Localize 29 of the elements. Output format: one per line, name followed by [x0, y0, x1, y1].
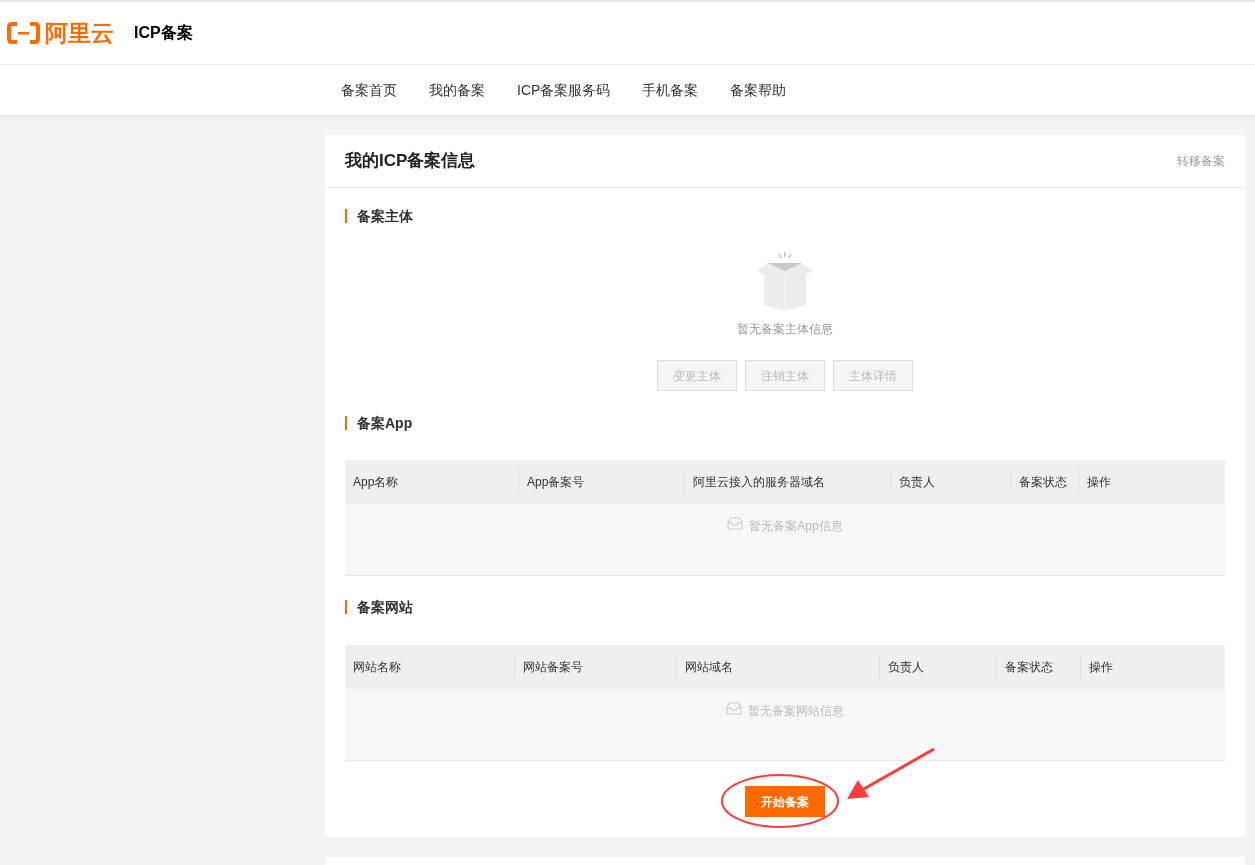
nav-link[interactable]: 备案首页 — [341, 79, 397, 101]
logo-bracket-icon — [7, 22, 40, 44]
empty-message: 暂无备案主体信息 — [737, 321, 833, 337]
nav-link[interactable]: 备案帮助 — [730, 79, 787, 101]
section-title: 备案网站 — [357, 597, 413, 617]
logo-text[interactable]: 阿里云 — [45, 21, 114, 45]
section-title: 备案App — [357, 413, 413, 433]
empty-tray-icon — [727, 517, 744, 530]
transfer-link[interactable]: 转移备案 — [1177, 152, 1225, 170]
column-header: 负责人 — [887, 659, 925, 676]
column-header: 网站域名 — [684, 659, 734, 676]
column-header: 网站备案号 — [522, 659, 584, 676]
card-title: 我的ICP备案信息 — [345, 150, 476, 173]
column-header: 操作 — [1088, 659, 1114, 676]
column-header: 阿里云接入的服务器域名 — [692, 474, 826, 491]
empty-tray-icon — [726, 702, 742, 715]
column-header: 备案状态 — [1018, 474, 1068, 491]
nav-link[interactable]: 手机备案 — [642, 79, 699, 101]
nav-link[interactable]: ICP备案服务码 — [517, 79, 611, 101]
start-filing-button[interactable]: 开始备案 — [745, 786, 825, 817]
column-header: 网站名称 — [352, 659, 402, 676]
section-title: 备案主体 — [357, 206, 413, 226]
nav-link[interactable]: 我的备案 — [429, 79, 485, 101]
column-header: App备案号 — [526, 474, 586, 491]
column-header: 操作 — [1086, 474, 1112, 491]
column-header: App名称 — [352, 474, 400, 491]
site-title: ICP备案 — [134, 23, 193, 43]
column-header: 负责人 — [898, 474, 936, 491]
column-header: 备案状态 — [1004, 659, 1054, 676]
